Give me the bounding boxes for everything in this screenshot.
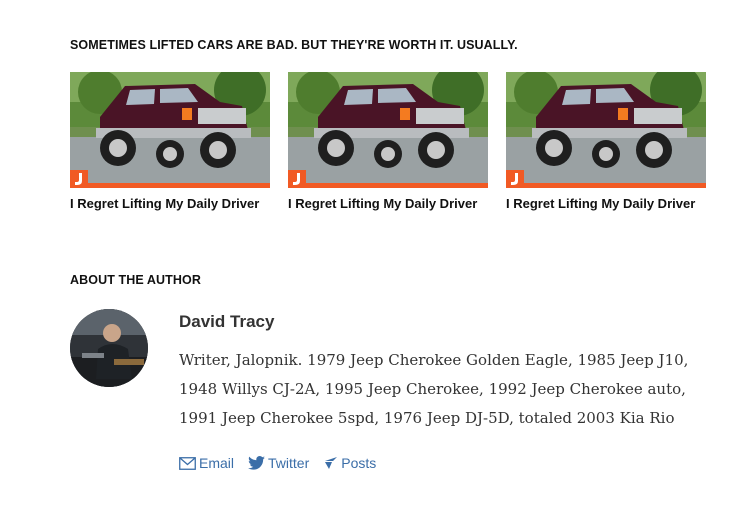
lifted-jeep-photo <box>506 72 706 188</box>
twitter-bird-icon <box>248 456 265 470</box>
twitter-link-label: Twitter <box>268 455 310 471</box>
author-avatar[interactable] <box>70 309 148 387</box>
article-thumbnail[interactable] <box>70 72 270 188</box>
accent-bar <box>506 183 706 188</box>
related-article-card[interactable]: I Regret Lifting My Daily Driver <box>288 72 488 211</box>
email-link[interactable]: Email <box>179 455 234 471</box>
jalopnik-logo-icon <box>288 170 306 188</box>
related-article-card[interactable]: I Regret Lifting My Daily Driver <box>70 72 270 211</box>
article-thumbnail[interactable] <box>288 72 488 188</box>
article-title-link[interactable]: I Regret Lifting My Daily Driver <box>288 196 488 211</box>
email-link-label: Email <box>199 455 235 471</box>
kinja-posts-icon <box>323 456 338 470</box>
author-bio: Writer, Jalopnik. 1979 Jeep Cherokee Gol… <box>179 351 689 427</box>
article-title-link[interactable]: I Regret Lifting My Daily Driver <box>70 196 270 211</box>
jalopnik-logo-icon <box>70 170 88 188</box>
accent-bar <box>288 183 488 188</box>
author-photo <box>70 309 148 387</box>
author-name[interactable]: David Tracy <box>179 312 274 332</box>
posts-link-label: Posts <box>341 455 377 471</box>
posts-link[interactable]: Posts <box>323 455 376 471</box>
lifted-jeep-photo <box>288 72 488 188</box>
about-author-heading: ABOUT THE AUTHOR <box>70 273 201 287</box>
envelope-icon <box>179 456 196 470</box>
related-article-card[interactable]: I Regret Lifting My Daily Driver <box>506 72 706 211</box>
twitter-link[interactable]: Twitter <box>248 455 309 471</box>
article-title-link[interactable]: I Regret Lifting My Daily Driver <box>506 196 706 211</box>
lifted-jeep-photo <box>70 72 270 188</box>
author-links: Email Twitter Posts <box>179 455 376 471</box>
accent-bar <box>70 183 270 188</box>
article-thumbnail[interactable] <box>506 72 706 188</box>
related-section-heading: SOMETIMES LIFTED CARS ARE BAD. BUT THEY'… <box>70 38 518 52</box>
jalopnik-logo-icon <box>506 170 524 188</box>
